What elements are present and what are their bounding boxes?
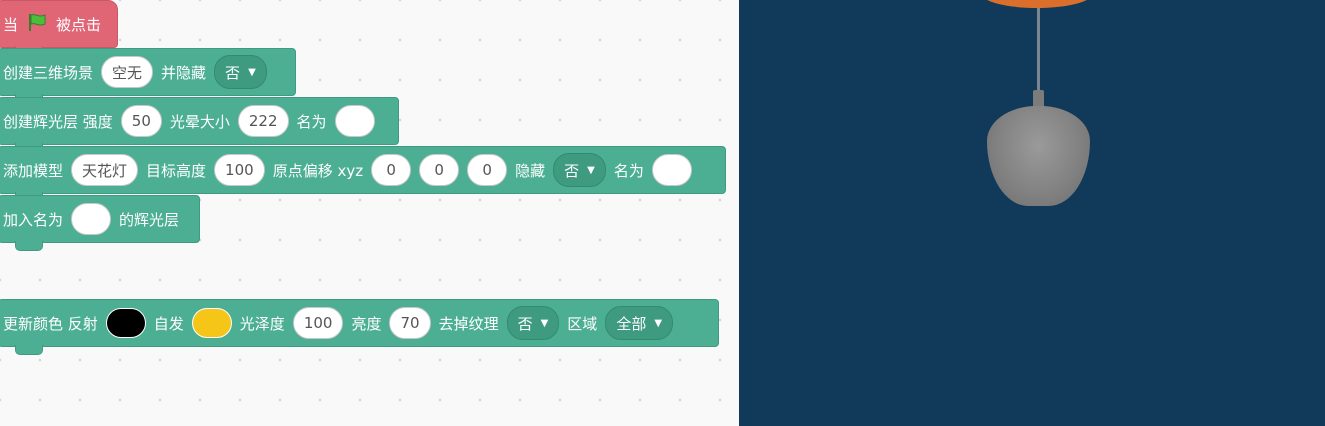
add-model-block[interactable]: 添加模型 天花灯 目标高度 100 原点偏移 xyz 0 0 0 隐藏 否 ▼ 名… (0, 146, 726, 202)
emit-color-swatch[interactable] (191, 308, 232, 338)
height-input[interactable]: 100 (214, 154, 265, 186)
name-label: 名为 (296, 112, 327, 131)
add-to-glow-layer-block[interactable]: 加入名为 的辉光层 (0, 195, 200, 251)
brightness-input[interactable]: 70 (389, 307, 431, 339)
hat-prefix: 当 (3, 15, 19, 34)
green-flag-icon (26, 12, 48, 36)
dropdown-value: 否 (517, 314, 533, 333)
stage-canvas[interactable] (739, 0, 1325, 426)
texture-dropdown[interactable]: 否 ▼ (506, 306, 560, 340)
hat-suffix: 被点击 (56, 15, 102, 34)
region-label: 区域 (567, 314, 598, 333)
block-label: 创建辉光层 强度 (3, 112, 113, 131)
region-dropdown[interactable]: 全部 ▼ (605, 306, 674, 340)
create-glow-layer-block[interactable]: 创建辉光层 强度 50 光晕大小 222 名为 (0, 97, 399, 153)
create-3d-scene-block[interactable]: 创建三维场景 空无 并隐藏 否 ▼ (0, 48, 296, 104)
update-color-block[interactable]: 更新颜色 反射 自发 光泽度 100 亮度 70 去掉纹理 否 ▼ 区域 全部 ▼ (0, 299, 719, 355)
lamp-shade-top (982, 0, 1092, 8)
block-label: 创建三维场景 (3, 63, 94, 82)
block-suffix: 的辉光层 (119, 210, 180, 229)
halo-size-input[interactable]: 222 (237, 105, 289, 137)
name-input[interactable] (71, 203, 112, 235)
block-notch (15, 345, 43, 355)
name-input[interactable] (651, 154, 692, 186)
emit-label: 自发 (153, 314, 184, 333)
bright-label: 亮度 (351, 314, 382, 333)
strength-input[interactable]: 50 (120, 105, 162, 137)
block-label: 加入名为 (3, 210, 64, 229)
reflect-color-swatch[interactable] (105, 308, 146, 338)
when-flag-clicked-block[interactable]: 当 被点击 (0, 0, 118, 56)
name-input[interactable] (334, 105, 375, 137)
dropdown-value: 否 (225, 63, 241, 82)
halo-label: 光晕大小 (169, 112, 230, 131)
caret-down-icon: ▼ (540, 317, 549, 329)
caret-down-icon: ▼ (248, 66, 256, 78)
height-label: 目标高度 (146, 161, 207, 180)
hide-label: 并隐藏 (161, 63, 207, 82)
offset-label: 原点偏移 xyz (272, 161, 364, 180)
gloss-input[interactable]: 100 (292, 307, 344, 339)
model-input[interactable]: 天花灯 (71, 154, 139, 186)
hide-dropdown[interactable]: 否 ▼ (553, 153, 606, 187)
dropdown-value: 否 (564, 161, 580, 180)
caret-down-icon: ▼ (654, 317, 663, 329)
code-workspace[interactable]: 当 被点击 创建三维场景 空无 并隐藏 否 ▼ 创建辉光层 强度 50 光晕大小 … (0, 0, 728, 426)
texture-label: 去掉纹理 (438, 314, 499, 333)
offset-x-input[interactable]: 0 (371, 154, 412, 186)
name-label: 名为 (613, 161, 644, 180)
gloss-label: 光泽度 (239, 314, 285, 333)
panel-divider (727, 0, 739, 426)
scene-input[interactable]: 空无 (101, 56, 154, 88)
hide-label: 隐藏 (515, 161, 546, 180)
block-label: 更新颜色 反射 (3, 314, 98, 333)
offset-z-input[interactable]: 0 (467, 154, 508, 186)
caret-down-icon: ▼ (587, 164, 595, 176)
dropdown-value: 全部 (616, 314, 647, 333)
ceiling-lamp-model (987, 106, 1090, 206)
block-label: 添加模型 (3, 161, 64, 180)
lamp-cord (1037, 8, 1040, 94)
block-notch (15, 241, 43, 251)
hide-dropdown[interactable]: 否 ▼ (214, 55, 267, 89)
offset-y-input[interactable]: 0 (419, 154, 460, 186)
